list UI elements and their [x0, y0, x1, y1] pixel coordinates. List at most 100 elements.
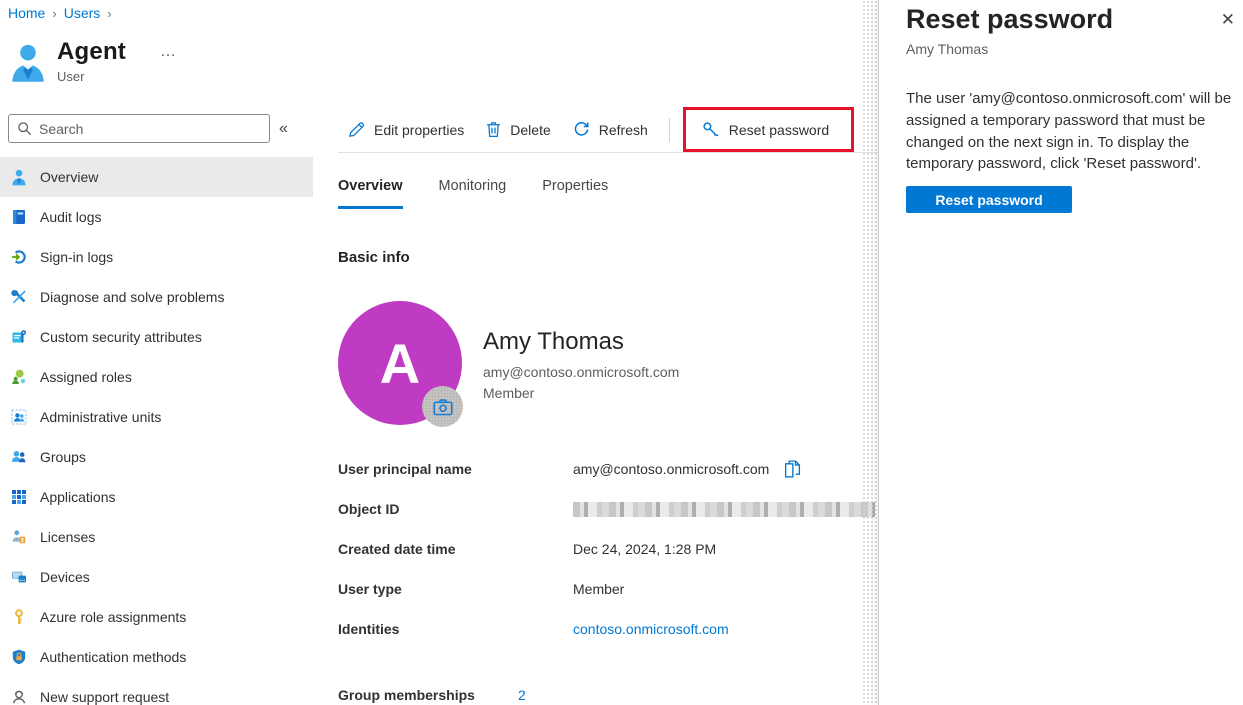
person-icon [10, 169, 27, 186]
chevron-right-icon: › [45, 6, 63, 21]
sidebar-item-label: Sign-in logs [40, 249, 113, 265]
sidebar-item-label: Audit logs [40, 209, 101, 225]
toolbar-divider [338, 152, 878, 153]
field-row-object-id: Object ID [338, 489, 878, 529]
sidebar-item-label: Diagnose and solve problems [40, 289, 224, 305]
sidebar: « Overview Audit logs Sign-in logs [0, 114, 313, 705]
sidebar-item-administrative-units[interactable]: Administrative units [0, 397, 313, 437]
sidebar-item-licenses[interactable]: Licenses [0, 517, 313, 557]
field-row-user-type: User type Member [338, 569, 878, 609]
tab-properties[interactable]: Properties [542, 178, 608, 209]
search-input[interactable] [39, 121, 261, 137]
panel-title: Reset password [906, 4, 1113, 35]
panel-reset-password-button[interactable]: Reset password [906, 186, 1072, 213]
sidebar-item-label: Custom security attributes [40, 329, 202, 345]
key-icon [702, 121, 720, 139]
reset-password-panel: Reset password ✕ Amy Thomas The user 'am… [878, 0, 1243, 705]
sidebar-item-azure-role-assignments[interactable]: Azure role assignments [0, 597, 313, 637]
field-row-identities: Identities contoso.onmicrosoft.com [338, 609, 878, 649]
change-photo-button[interactable] [422, 386, 463, 427]
vertical-scrollbar[interactable] [862, 0, 877, 705]
devices-icon [10, 569, 27, 586]
refresh-button[interactable]: Refresh [573, 121, 648, 138]
sidebar-item-audit-logs[interactable]: Audit logs [0, 197, 313, 237]
more-options-button[interactable]: … [160, 47, 178, 57]
user-email: amy@contoso.onmicrosoft.com [483, 364, 679, 380]
panel-subtitle: Amy Thomas [906, 41, 988, 57]
sidebar-item-applications[interactable]: Applications [0, 477, 313, 517]
tab-monitoring[interactable]: Monitoring [439, 178, 507, 209]
refresh-label: Refresh [599, 122, 648, 138]
page-header: Agent … User [10, 38, 178, 84]
field-row-user-principal-name: User principal name amy@contoso.onmicros… [338, 449, 878, 489]
sidebar-item-label: Azure role assignments [40, 609, 186, 625]
camera-icon [433, 398, 453, 416]
breadcrumb-home[interactable]: Home [8, 5, 45, 21]
tab-bar: Overview Monitoring Properties [338, 178, 608, 209]
sidebar-item-groups[interactable]: Groups [0, 437, 313, 477]
attributes-document-icon [10, 329, 27, 346]
toolbar: Edit properties Delete Refresh Reset pas… [348, 107, 854, 152]
sidebar-item-sign-in-logs[interactable]: Sign-in logs [0, 237, 313, 277]
sidebar-item-label: Administrative units [40, 409, 161, 425]
sidebar-item-diagnose[interactable]: Diagnose and solve problems [0, 277, 313, 317]
avatar: A [338, 301, 462, 425]
sidebar-item-label: Overview [40, 169, 98, 185]
sidebar-item-label: Devices [40, 569, 90, 585]
sidebar-item-overview[interactable]: Overview [0, 157, 313, 197]
reset-password-button[interactable]: Reset password [683, 107, 854, 152]
sidebar-item-label: Assigned roles [40, 369, 132, 385]
field-value: Dec 24, 2024, 1:28 PM [573, 541, 716, 557]
licenses-icon [10, 529, 27, 546]
support-person-icon [10, 689, 27, 705]
sidebar-item-custom-security-attributes[interactable]: Custom security attributes [0, 317, 313, 357]
user-display-name: Amy Thomas [483, 328, 679, 356]
page-subtitle: User [57, 69, 178, 84]
sidebar-nav: Overview Audit logs Sign-in logs Diagnos… [0, 157, 313, 705]
copy-button[interactable] [784, 460, 801, 478]
collapse-sidebar-button[interactable]: « [279, 120, 288, 138]
search-box [8, 114, 270, 143]
field-label: Identities [338, 621, 573, 637]
admin-units-icon [10, 409, 27, 426]
audit-logs-icon [10, 209, 27, 226]
persona-card: A Amy Thomas amy@contoso.onmicrosoft.com… [338, 301, 679, 425]
close-icon[interactable]: ✕ [1221, 10, 1235, 30]
chevron-right-icon: › [100, 6, 118, 21]
sidebar-item-label: Authentication methods [40, 649, 186, 665]
field-label: User principal name [338, 461, 573, 477]
sign-in-logs-icon [10, 249, 27, 266]
key-icon [10, 609, 27, 626]
sidebar-item-devices[interactable]: Devices [0, 557, 313, 597]
field-label: Created date time [338, 541, 573, 557]
tab-overview[interactable]: Overview [338, 178, 403, 209]
field-value: amy@contoso.onmicrosoft.com [573, 461, 769, 477]
trash-icon [486, 121, 501, 138]
pencil-icon [348, 121, 365, 138]
field-label: User type [338, 581, 573, 597]
sidebar-item-label: Licenses [40, 529, 95, 545]
field-value: Member [573, 581, 624, 597]
delete-button[interactable]: Delete [486, 121, 550, 138]
group-memberships-count-link[interactable]: 2 [518, 687, 526, 703]
identities-link[interactable]: contoso.onmicrosoft.com [573, 621, 729, 637]
refresh-icon [573, 121, 590, 138]
sidebar-item-label: New support request [40, 689, 169, 705]
edit-properties-button[interactable]: Edit properties [348, 121, 464, 138]
redacted-object-id [573, 502, 875, 517]
user-role: Member [483, 385, 679, 401]
reset-password-label: Reset password [729, 122, 829, 138]
copy-icon [784, 460, 801, 478]
assigned-roles-icon [10, 369, 27, 386]
applications-grid-icon [10, 489, 27, 506]
sidebar-item-label: Applications [40, 489, 116, 505]
edit-properties-label: Edit properties [374, 122, 464, 138]
toolbar-separator [669, 118, 670, 142]
group-memberships-row: Group memberships 2 [338, 681, 526, 705]
sidebar-item-assigned-roles[interactable]: Assigned roles [0, 357, 313, 397]
breadcrumb-users[interactable]: Users [64, 5, 101, 21]
sidebar-item-new-support-request[interactable]: New support request [0, 677, 313, 705]
search-icon [17, 121, 32, 136]
page-title: Agent [57, 38, 126, 66]
sidebar-item-authentication-methods[interactable]: Authentication methods [0, 637, 313, 677]
